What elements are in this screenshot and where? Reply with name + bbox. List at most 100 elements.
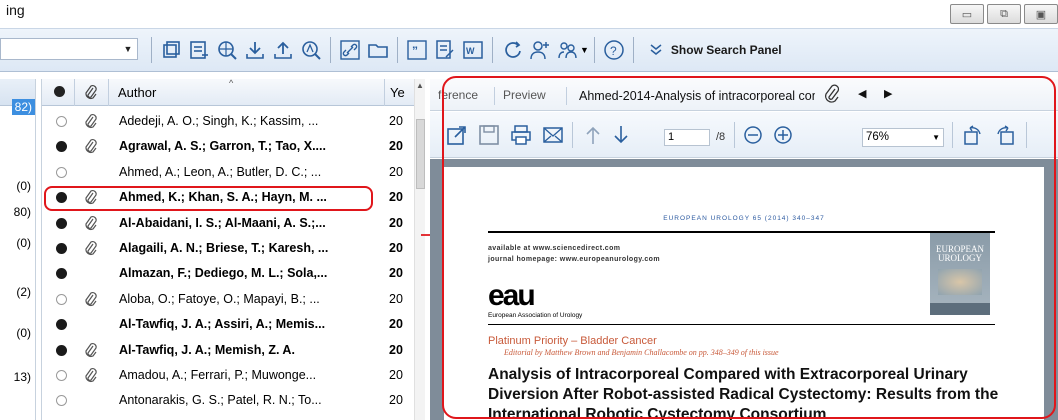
table-row[interactable]: Al-Tawfiq, J. A.; Assiri, A.; Memis... 20: [42, 313, 414, 336]
table-row[interactable]: Ahmed, A.; Leon, A.; Butler, D. C.; ... 2…: [42, 161, 414, 184]
reference-list: ^ Author Ye Adedeji, A. O.; Singh, K.; K…: [41, 78, 425, 420]
sync-icon[interactable]: [500, 37, 524, 63]
double-chevron-down-icon: [650, 44, 662, 55]
table-row[interactable]: Adedeji, A. O.; Singh, K.; Kassim, ... 20: [42, 110, 414, 133]
unread-status-icon[interactable]: [56, 319, 67, 331]
share-dropdown-icon[interactable]: ▼: [580, 45, 589, 55]
author-cell: Antonarakis, G. S.; Patel, R. N.; To...: [119, 393, 322, 408]
attachment-column-icon[interactable]: [82, 84, 98, 104]
folder-icon[interactable]: [366, 37, 390, 63]
toolbar-icons: ” W ▼ ? Show Search Panel: [146, 35, 782, 65]
scrollbar-thumb[interactable]: [416, 119, 425, 189]
restore-button[interactable]: ⧉: [987, 4, 1021, 24]
table-row[interactable]: Al-Tawfiq, J. A.; Memish, Z. A. 20: [42, 339, 414, 362]
toolbar-separator: [593, 37, 595, 63]
title-strip: ing ▭ ⧉ ▣: [0, 0, 1058, 28]
toolbar-separator: [632, 37, 634, 63]
attachment-icon: [82, 138, 98, 158]
author-column-header[interactable]: Author: [118, 85, 156, 100]
attachment-icon: [82, 113, 98, 133]
year-cell: 20: [389, 393, 403, 408]
window-title: ing: [6, 2, 25, 18]
unread-status-icon[interactable]: [56, 217, 67, 229]
author-cell: Ahmed, A.; Leon, A.; Butler, D. C.; ...: [119, 164, 322, 179]
add-user-icon[interactable]: [528, 37, 552, 63]
scroll-up-icon[interactable]: ▲: [416, 81, 424, 90]
download-icon[interactable]: [243, 37, 267, 63]
highlight-preview-box: [442, 76, 1056, 419]
upload-icon[interactable]: [271, 37, 295, 63]
author-cell: Al-Tawfiq, J. A.; Memish, Z. A.: [119, 342, 295, 357]
read-status-icon[interactable]: [56, 116, 67, 127]
reference-list-header: ^ Author Ye: [42, 78, 425, 106]
year-cell: 20: [389, 266, 403, 281]
unread-status-icon[interactable]: [56, 344, 67, 356]
help-icon[interactable]: ?: [602, 37, 626, 63]
author-cell: Al-Abaidani, I. S.; Al-Maani, A. S.;...: [119, 215, 326, 230]
group-count[interactable]: 80): [14, 205, 31, 219]
minimize-button[interactable]: ▭: [950, 4, 984, 24]
groups-panel: 82) (0) 80) (0) (2) (0) 13): [0, 79, 36, 420]
sort-caret-icon: ^: [229, 78, 234, 88]
read-status-icon[interactable]: [56, 395, 67, 407]
year-cell: 20: [389, 291, 403, 306]
copy-icon[interactable]: [159, 37, 183, 63]
edit-icon[interactable]: [433, 37, 457, 63]
group-count[interactable]: (0): [16, 236, 31, 250]
table-row[interactable]: Aloba, O.; Fatoye, O.; Mapayi, B.; ... 20: [42, 288, 414, 311]
column-divider[interactable]: [384, 79, 385, 106]
unread-status-icon[interactable]: [56, 268, 67, 280]
attachment-icon: [82, 215, 98, 235]
year-cell: 20: [389, 164, 403, 179]
find-fulltext-icon[interactable]: [299, 37, 323, 63]
author-cell: Amadou, A.; Ferrari, P.; Muwonge...: [119, 368, 317, 382]
year-cell: 20: [389, 241, 403, 255]
reference-list-scrollbar[interactable]: ▲: [414, 79, 425, 420]
quote-icon[interactable]: ”: [405, 37, 429, 63]
table-row[interactable]: Agrawal, A. S.; Garron, T.; Tao, X.... 20: [42, 135, 414, 158]
author-cell: Adedeji, A. O.; Singh, K.; Kassim, ...: [119, 114, 319, 128]
window-controls: ▭ ⧉ ▣: [950, 4, 1058, 24]
toolbar-separator: [330, 37, 331, 63]
author-cell: Almazan, F.; Dediego, M. L.; Sola,...: [119, 266, 328, 281]
unread-status-icon[interactable]: [56, 243, 67, 254]
year-column-header[interactable]: Ye: [390, 85, 405, 100]
word-icon[interactable]: W: [461, 37, 485, 63]
link-icon[interactable]: [338, 37, 362, 63]
globe-search-icon[interactable]: [215, 37, 239, 63]
table-row[interactable]: Antonarakis, G. S.; Patel, R. N.; To... 2…: [42, 389, 414, 412]
unread-status-icon[interactable]: [56, 141, 67, 153]
list-icon[interactable]: [187, 37, 211, 63]
toolbar-separator: [397, 37, 398, 63]
group-count[interactable]: 13): [14, 370, 31, 384]
extra-window-button[interactable]: ▣: [1024, 4, 1058, 24]
group-count[interactable]: (0): [16, 179, 31, 193]
library-combo[interactable]: ▼: [0, 38, 138, 60]
read-status-column-icon[interactable]: [54, 86, 65, 97]
column-divider[interactable]: [108, 79, 109, 106]
year-cell: 20: [389, 317, 403, 332]
author-cell: Al-Tawfiq, J. A.; Assiri, A.; Memis...: [119, 317, 326, 332]
table-row[interactable]: Alagaili, A. N.; Briese, T.; Karesh, ...…: [42, 237, 414, 260]
group-count[interactable]: 82): [11, 99, 35, 115]
share-icon[interactable]: [556, 37, 580, 63]
show-search-panel-button[interactable]: Show Search Panel: [649, 43, 782, 57]
read-status-icon[interactable]: [56, 370, 67, 381]
table-row[interactable]: Al-Abaidani, I. S.; Al-Maani, A. S.;... 2…: [42, 212, 414, 235]
column-divider[interactable]: [74, 79, 75, 106]
table-row[interactable]: Almazan, F.; Dediego, M. L.; Sola,... 20: [42, 262, 414, 285]
read-status-icon[interactable]: [56, 293, 67, 305]
read-status-icon[interactable]: [56, 166, 67, 178]
combo-arrow-icon[interactable]: ▼: [121, 39, 135, 59]
year-cell: 20: [389, 190, 403, 205]
group-count[interactable]: (0): [16, 326, 31, 340]
author-cell: Alagaili, A. N.; Briese, T.; Karesh, ...: [119, 241, 329, 255]
toolbar-separator: [492, 37, 493, 63]
attachment-icon: [82, 240, 98, 260]
year-cell: 20: [389, 114, 403, 128]
table-row[interactable]: Amadou, A.; Ferrari, P.; Muwonge... 20: [42, 364, 414, 387]
show-search-label: Show Search Panel: [670, 43, 782, 57]
svg-text:?: ?: [610, 44, 617, 58]
group-count[interactable]: (2): [16, 285, 31, 299]
svg-text:”: ”: [412, 44, 418, 58]
